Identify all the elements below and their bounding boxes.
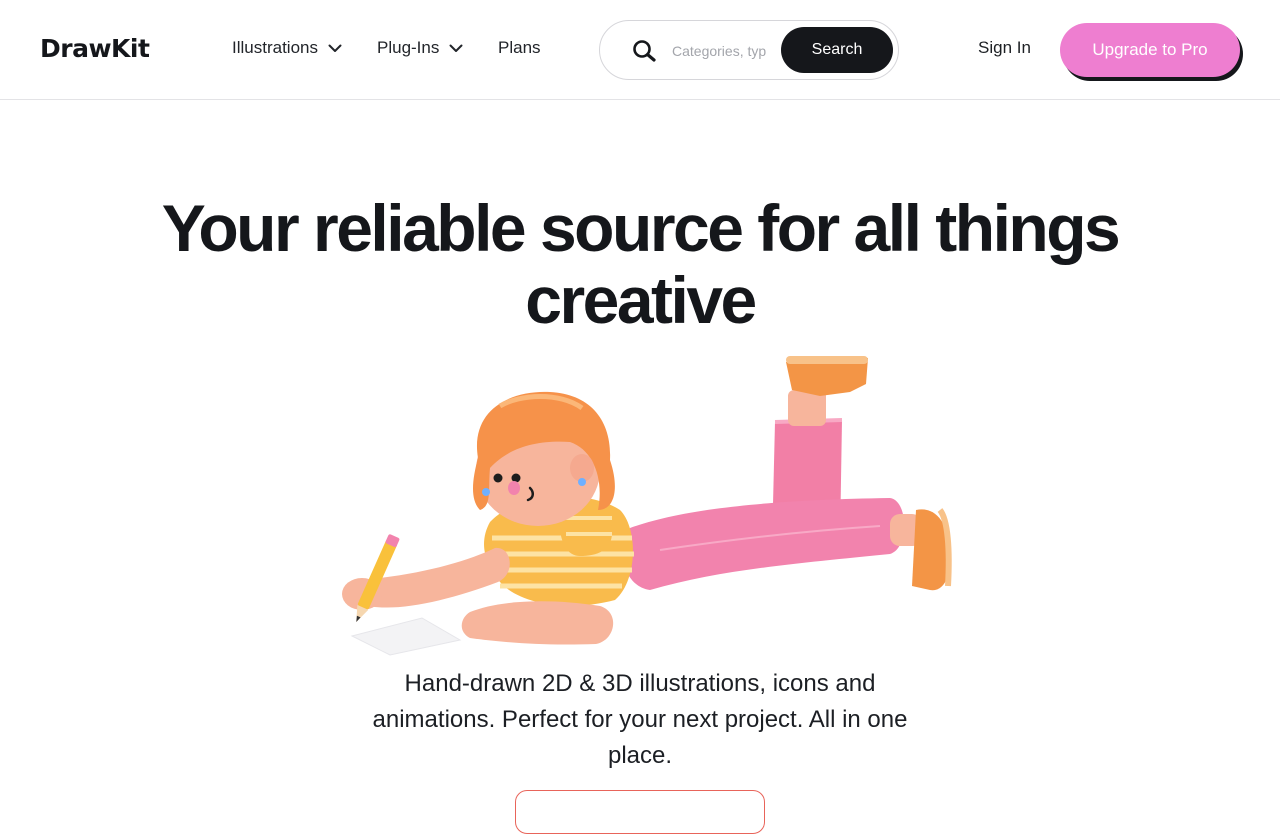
nav-plans[interactable]: Plans — [498, 38, 541, 58]
hero-illustration — [342, 356, 952, 656]
nav-plug-ins-label: Plug-Ins — [377, 38, 440, 57]
search-input[interactable] — [672, 40, 766, 62]
nav-illustrations-label: Illustrations — [232, 38, 318, 57]
search-button[interactable]: Search — [781, 27, 893, 73]
hero-headline: Your reliable source for all things crea… — [161, 191, 1121, 337]
chevron-down-icon — [449, 44, 463, 52]
hero-subtitle: Hand-drawn 2D & 3D illustrations, icons … — [372, 670, 908, 769]
nav-plug-ins[interactable]: Plug-Ins — [377, 38, 463, 58]
chevron-down-icon — [328, 44, 342, 52]
search-icon — [633, 40, 656, 62]
upgrade-to-pro-button[interactable]: Upgrade to Pro — [1060, 23, 1240, 77]
hero-cta-button[interactable] — [515, 790, 765, 834]
site-header: DrawKit Illustrations Plug-Ins Plans Sea… — [0, 0, 1280, 100]
sign-in-link[interactable]: Sign In — [978, 38, 1031, 58]
logo[interactable]: DrawKit — [40, 34, 150, 63]
search-box: Search — [599, 20, 899, 80]
nav-plans-label: Plans — [498, 38, 541, 57]
nav-illustrations[interactable]: Illustrations — [232, 38, 342, 58]
